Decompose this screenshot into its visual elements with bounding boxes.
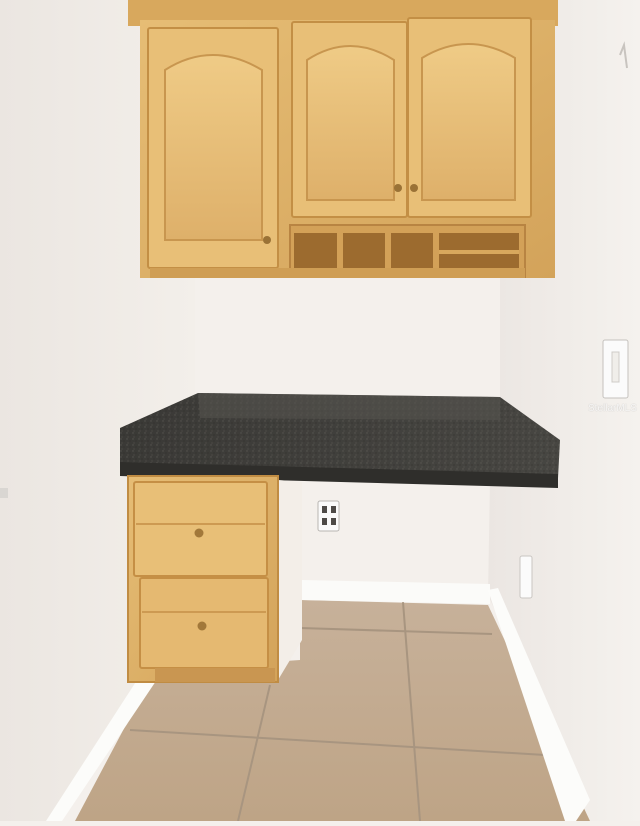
back-baseboard [302, 580, 490, 604]
wall-mark [0, 488, 8, 498]
door-knob [263, 236, 271, 244]
photo-scene: StellarMLS [0, 0, 640, 822]
upper-cabinet [128, 0, 558, 278]
granite-countertop [120, 393, 560, 488]
wall-outlet [317, 500, 340, 532]
drawer-cabinet [127, 475, 302, 683]
scene-illustration [0, 0, 640, 822]
door-knob [410, 184, 418, 192]
drawer-knob [197, 621, 207, 631]
drawer-knob [194, 528, 204, 538]
watermark-text: StellarMLS [588, 403, 637, 414]
door-knob [394, 184, 402, 192]
right-wall-outlet [519, 555, 533, 599]
